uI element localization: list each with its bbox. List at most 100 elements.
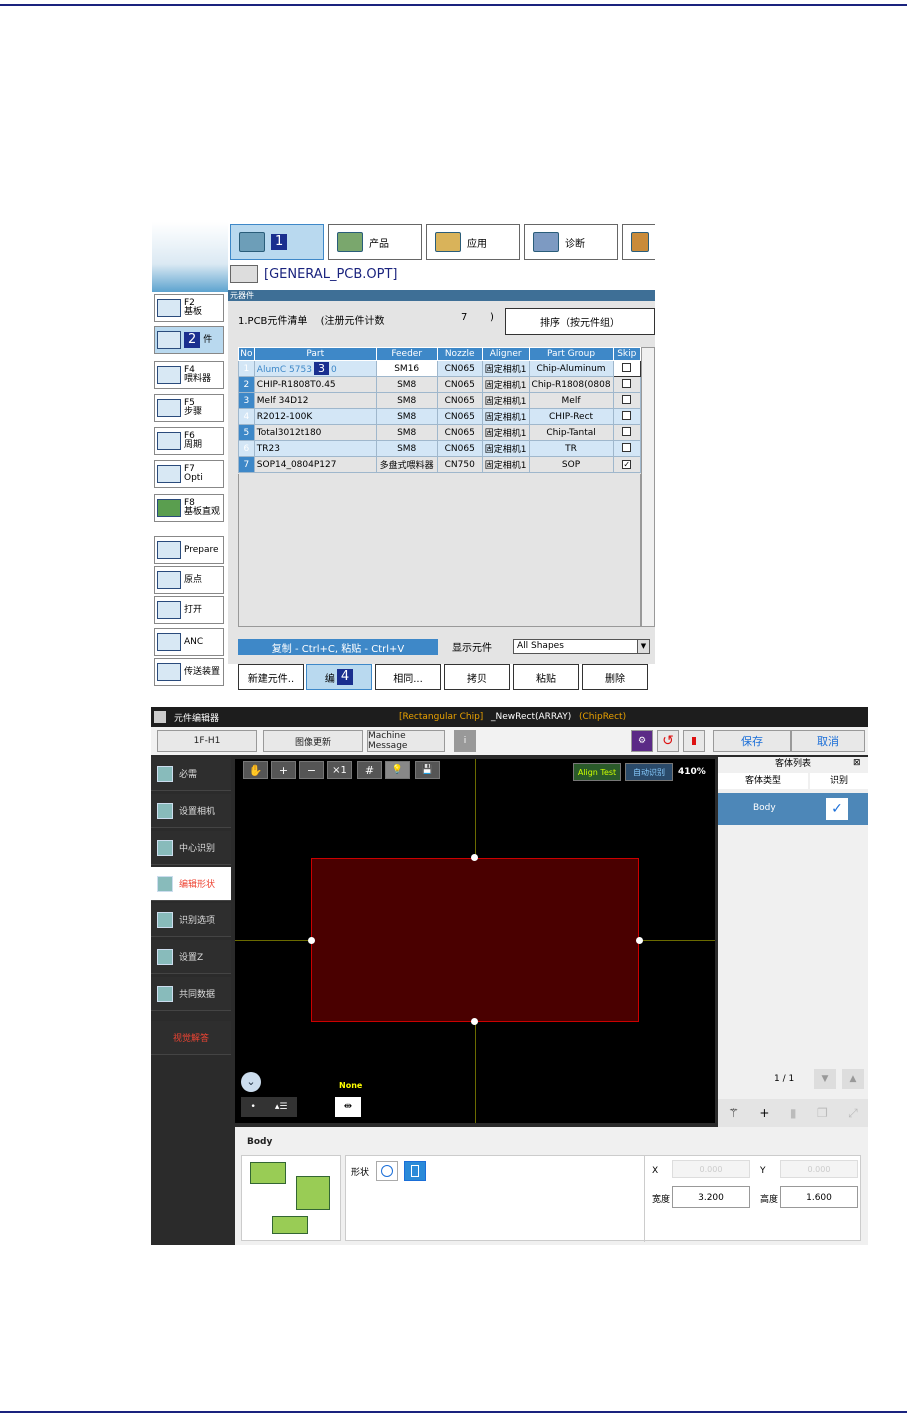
tab-diagnose[interactable]: 诊断	[524, 224, 618, 260]
width-field[interactable]: 3.200	[672, 1186, 750, 1208]
tab-parts[interactable]: 1	[230, 224, 324, 260]
info-icon[interactable]: i	[454, 730, 476, 752]
page-down-icon[interactable]: ▼	[814, 1069, 836, 1089]
shape-circle-button[interactable]	[376, 1161, 398, 1181]
body-list-item[interactable]: Body ✓	[718, 793, 868, 825]
sidebar-item-open[interactable]: 打开	[154, 596, 224, 624]
nav-center[interactable]: 中心识别	[151, 831, 231, 865]
body-list-panel: 客体列表 ⊠ 客体类型 识别 Body ✓ 1 / 1 ▼ ▲ ⚚ + ▮ ❐ …	[718, 757, 868, 1127]
skip-checkbox[interactable]	[622, 442, 632, 452]
table-row[interactable]: 3 Melf 34D12 SM8 CN065 固定相机1 Melf	[238, 392, 642, 409]
show-parts-select[interactable]: All Shapes ▼	[513, 639, 650, 654]
table-row[interactable]: 1 AlumC 5753 3 0 SM16 CN065 固定相机1 Chip-Alu…	[238, 360, 642, 377]
tab-apply[interactable]: 应用	[426, 224, 520, 260]
x-field[interactable]: 0.000	[672, 1160, 750, 1178]
nav-camera[interactable]: 设置相机	[151, 794, 231, 828]
wand-icon[interactable]: ⚚	[728, 1106, 739, 1120]
copy-icon[interactable]: ❐	[817, 1106, 828, 1120]
signal-icon[interactable]	[683, 730, 705, 752]
zoom-reset-icon[interactable]: ×1	[327, 761, 352, 779]
expand-icon[interactable]: ⤢	[848, 1106, 858, 1121]
chip-icon[interactable]	[272, 1216, 308, 1234]
tab-product[interactable]: 产品	[328, 224, 422, 260]
skip-checkbox[interactable]	[622, 410, 632, 420]
section-label: 元器件	[228, 290, 655, 301]
resize-handle-bottom[interactable]	[471, 1018, 478, 1025]
skip-checkbox[interactable]	[622, 362, 632, 372]
page-up-icon[interactable]: ▲	[842, 1069, 864, 1089]
skip-checkbox[interactable]	[622, 394, 632, 404]
shape-rect-button[interactable]	[404, 1161, 426, 1181]
sidebar-item-step[interactable]: F5 步骤	[154, 394, 224, 422]
nav-vision[interactable]: 视觉解答	[151, 1021, 231, 1055]
table-row[interactable]: 7 SOP14_0804P127 多盘式喂料器 CN750 固定相机1 SOP …	[238, 456, 642, 473]
paste-button[interactable]: 粘贴	[513, 664, 579, 690]
grid-icon[interactable]: #	[357, 761, 382, 779]
same-part-button[interactable]: 相同...	[375, 664, 441, 690]
settings-icon[interactable]: ⚙	[631, 730, 653, 752]
tab-more[interactable]	[622, 224, 655, 260]
head-select[interactable]: 1F-H1	[157, 730, 257, 752]
sidebar-item-origin[interactable]: 原点	[154, 566, 224, 594]
image-update-button[interactable]: 图像更新	[263, 730, 363, 752]
add-icon[interactable]: +	[759, 1106, 769, 1120]
nav-recognize[interactable]: 识别选项	[151, 903, 231, 937]
point-list-toggle[interactable]: • ▴☰	[241, 1097, 297, 1117]
table-row[interactable]: 4 R2012-100K SM8 CN065 固定相机1 CHIP-Rect	[238, 408, 642, 425]
table-scrollbar[interactable]	[641, 347, 655, 627]
delete-button[interactable]: 删除	[582, 664, 648, 690]
light-icon[interactable]: 💡	[385, 761, 410, 779]
fit-icon[interactable]: ⇹	[335, 1097, 361, 1117]
zoom-out-icon[interactable]: −	[299, 761, 324, 779]
pan-icon[interactable]: ✋	[243, 761, 268, 779]
undo-icon[interactable]: ↺	[657, 730, 679, 752]
height-field[interactable]: 1.600	[780, 1186, 858, 1208]
show-parts-label: 显示元件	[452, 643, 492, 654]
sidebar-item-part[interactable]: 2件	[154, 326, 224, 354]
skip-checkbox[interactable]	[622, 378, 632, 388]
table-row[interactable]: 6 TR23 SM8 CN065 固定相机1 TR	[238, 440, 642, 457]
sort-button[interactable]: 排序（按元件组）	[505, 308, 655, 335]
image-viewer[interactable]: ✋ + − ×1 # 💡 💾 Align Test 自动识别 410% ⌄ • ▴…	[235, 759, 715, 1123]
nav-edit-shape[interactable]: 编辑形状	[151, 867, 231, 901]
sidebar-item-prepare[interactable]: Prepare	[154, 536, 224, 564]
resize-handle-top[interactable]	[471, 854, 478, 861]
resize-handle-left[interactable]	[308, 937, 315, 944]
zoom-in-icon[interactable]: +	[271, 761, 296, 779]
sidebar-item-anc[interactable]: ANC	[154, 628, 224, 656]
body-rect[interactable]	[311, 858, 639, 1022]
copy-button[interactable]: 拷贝	[444, 664, 510, 690]
new-part-button[interactable]: 新建元件..	[238, 664, 304, 690]
table-row[interactable]: 5 Total3012t180 SM8 CN065 固定相机1 Chip-Tan…	[238, 424, 642, 441]
bga-icon[interactable]	[296, 1176, 330, 1210]
sidebar-item-cycle[interactable]: F6 周期	[154, 427, 224, 455]
auto-recognize-button[interactable]: 自动识别	[625, 763, 673, 781]
sidebar-item-conveyor[interactable]: 传送装置	[154, 658, 224, 686]
nav-common[interactable]: 共同数据	[151, 977, 231, 1011]
sidebar-item-feeder[interactable]: F4 喂料器	[154, 361, 224, 389]
sidebar-item-board-view[interactable]: F8 基板直观	[154, 494, 224, 522]
nav-label: 编辑形状	[179, 880, 216, 890]
align-test-button[interactable]: Align Test	[573, 763, 621, 781]
save-image-icon[interactable]: 💾	[415, 761, 440, 779]
chevron-down-icon[interactable]: ⌄	[241, 1072, 261, 1092]
table-row[interactable]: 2 CHIP-R1808T0.45 SM8 CN065 固定相机1 Chip-R…	[238, 376, 642, 393]
y-field[interactable]: 0.000	[780, 1160, 858, 1178]
skip-checkbox[interactable]: ✓	[622, 459, 632, 469]
machine-message-button[interactable]: Machine Message	[367, 730, 445, 752]
file-open-button[interactable]	[230, 265, 258, 283]
save-button[interactable]: 保存	[713, 730, 791, 752]
nav-z[interactable]: 设置Z	[151, 940, 231, 974]
ic-chip-icon[interactable]	[250, 1162, 286, 1184]
row-feeder: 多盘式喂料器	[375, 456, 438, 473]
cancel-button[interactable]: 取消	[791, 730, 865, 752]
sidebar-item-opti[interactable]: F7 Opti	[154, 460, 224, 488]
delete-icon[interactable]: ▮	[790, 1106, 797, 1120]
sidebar-item-board[interactable]: F2 基板	[154, 294, 224, 322]
close-icon[interactable]: ⊠	[853, 758, 861, 768]
edit-part-button[interactable]: 编4	[306, 664, 372, 690]
resize-handle-right[interactable]	[636, 937, 643, 944]
skip-checkbox[interactable]	[622, 426, 632, 436]
nav-required[interactable]: 必需	[151, 757, 231, 791]
recognize-checkbox[interactable]: ✓	[826, 798, 848, 820]
